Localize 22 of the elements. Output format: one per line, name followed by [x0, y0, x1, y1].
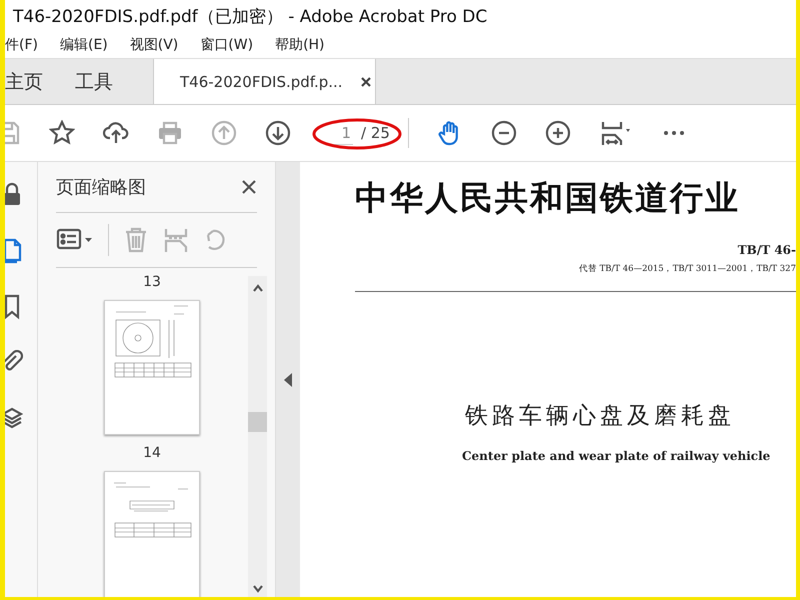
tab-label: 工具: [75, 70, 113, 94]
menu-item[interactable]: 窗口(W): [200, 36, 254, 54]
menu-item[interactable]: 视图(V): [130, 36, 178, 54]
document-title: 铁路车辆心盘及磨耗盘: [465, 402, 736, 431]
document-subtitle: Center plate and wear plate of railway vehicle: [462, 449, 772, 463]
page-number-label: 13: [143, 274, 161, 290]
page-number-label: 14: [143, 445, 161, 461]
menu-item[interactable]: 件(F): [5, 36, 38, 54]
standard-code: TB/T 46-: [738, 243, 796, 257]
panel-title: 页面缩略图: [56, 176, 146, 199]
page-number-field[interactable]: 1: [329, 122, 353, 144]
replaces-line: 代替 TB/T 46—2015，TB/T 3011—2001，TB/T 327: [578, 263, 796, 275]
menu-item[interactable]: 帮助(H): [275, 36, 325, 54]
tab-label: T46-2020FDIS.pdf.p...: [180, 72, 343, 90]
tab[interactable]: 主页: [5, 59, 57, 104]
page-count: / 25: [361, 124, 390, 142]
tab-label: 主页: [5, 70, 43, 94]
tab[interactable]: 工具: [57, 59, 153, 104]
tab[interactable]: T46-2020FDIS.pdf.p...: [153, 59, 376, 104]
menu-item[interactable]: 编辑(E): [60, 36, 108, 54]
window-title: T46-2020FDIS.pdf.pdf（已加密） - Adobe Acrobat Pro DC: [12, 6, 488, 28]
document-heading: 中华人民共和国铁道行业: [355, 177, 741, 219]
